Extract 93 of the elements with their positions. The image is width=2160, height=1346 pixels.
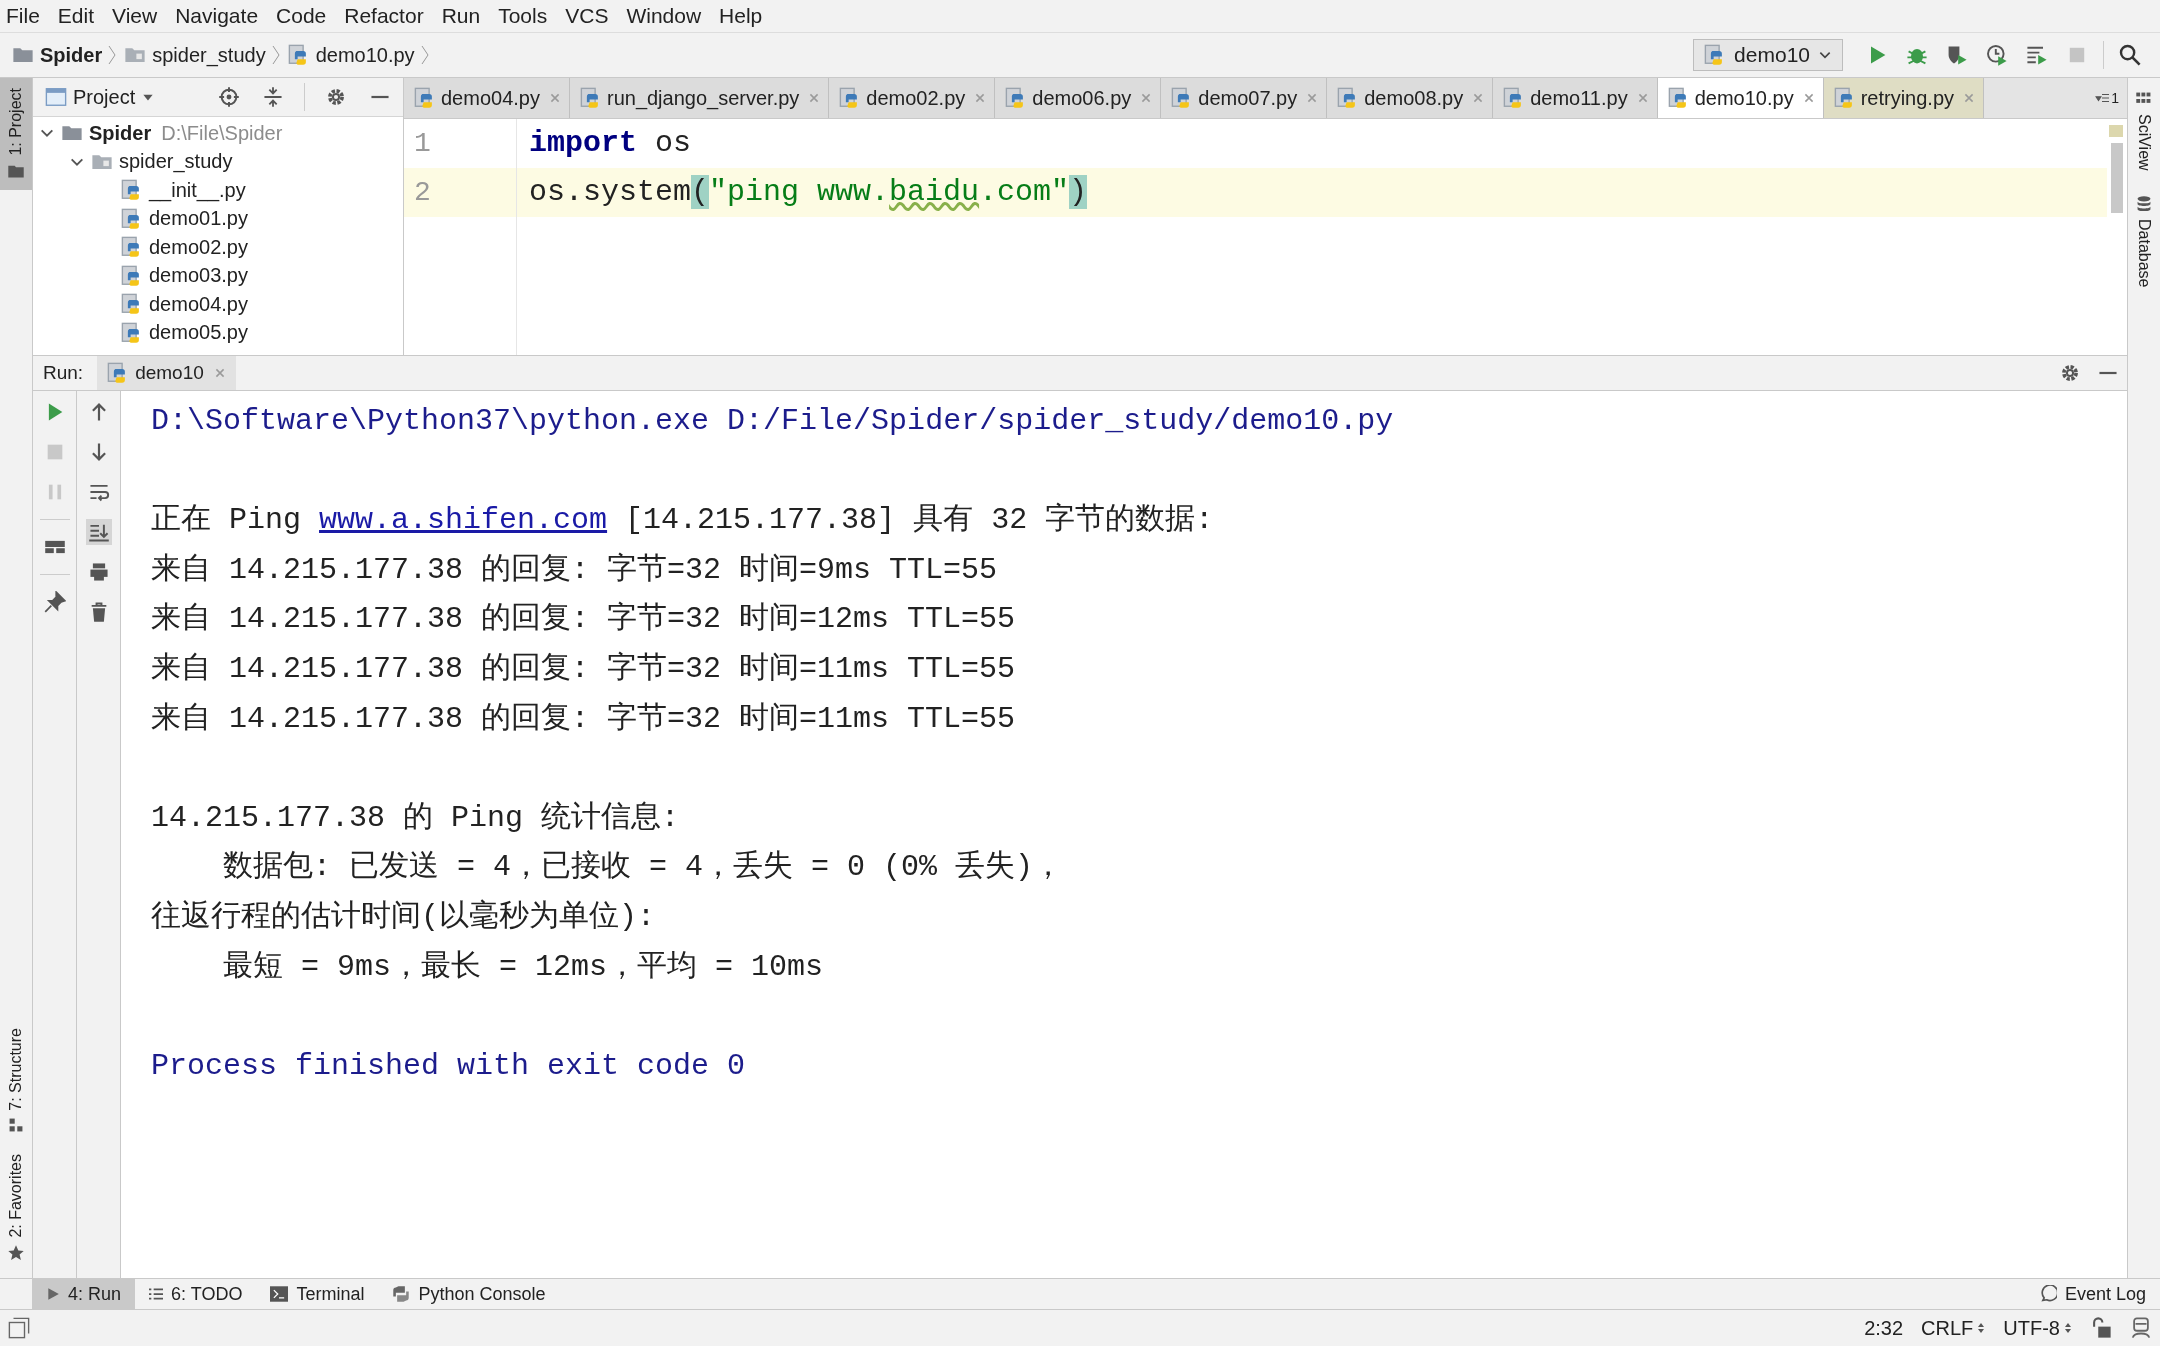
python-icon bbox=[392, 1285, 411, 1303]
menu-item[interactable]: Tools bbox=[498, 4, 548, 28]
console-text: 来自 14.215.177.38 的回复: 字节=32 时间=11ms TTL=55 bbox=[151, 701, 1016, 736]
tree-item[interactable]: demo02.py bbox=[149, 235, 248, 259]
panel-title[interactable]: Project bbox=[73, 85, 136, 109]
settings-icon[interactable] bbox=[2059, 362, 2081, 384]
console-link[interactable]: www.a.shifen.com bbox=[319, 503, 608, 538]
settings-icon[interactable] bbox=[325, 86, 347, 108]
tree-item[interactable]: __init__.py bbox=[149, 178, 246, 202]
speech-bubble-icon bbox=[2038, 1285, 2057, 1303]
tree-item[interactable]: demo05.py bbox=[149, 321, 248, 345]
list-icon bbox=[149, 1287, 164, 1301]
editor-tab[interactable]: demo04.py bbox=[404, 78, 570, 118]
menu-item[interactable]: Edit bbox=[57, 4, 95, 28]
editor-tab[interactable]: retrying.py bbox=[1823, 78, 1985, 118]
target-icon[interactable] bbox=[218, 86, 240, 108]
terminal-icon bbox=[270, 1285, 289, 1303]
menu-item[interactable]: View bbox=[112, 4, 158, 28]
tree-item[interactable]: demo03.py bbox=[149, 264, 248, 288]
editor-tab[interactable]: demo07.py bbox=[1161, 78, 1328, 118]
clock-run-icon[interactable] bbox=[1985, 43, 2009, 67]
list-icon bbox=[2095, 91, 2110, 105]
up-down-icon bbox=[2064, 1322, 2072, 1334]
tool-window-tab[interactable]: SciView bbox=[2128, 78, 2160, 183]
menu-item[interactable]: VCS bbox=[565, 4, 609, 28]
menu-item[interactable]: Window bbox=[626, 4, 702, 28]
lock-icon[interactable] bbox=[2090, 1317, 2112, 1339]
console-text: 往返行程的估计时间(以毫秒为单位): bbox=[151, 899, 655, 934]
editor-tab[interactable]: demo11.py bbox=[1493, 78, 1658, 118]
layout-toggle-icon[interactable] bbox=[8, 1317, 30, 1339]
tool-window-tab[interactable]: Terminal bbox=[256, 1279, 379, 1309]
event-log-button[interactable]: Event Log bbox=[2024, 1279, 2160, 1309]
tool-window-tab[interactable]: 2: Favorites bbox=[0, 1144, 32, 1272]
search-icon[interactable] bbox=[2118, 43, 2142, 67]
star-icon bbox=[7, 1244, 25, 1262]
run-tab[interactable]: demo10 bbox=[97, 356, 236, 390]
editor-tab[interactable]: demo06.py bbox=[995, 78, 1162, 118]
scroll-to-end-icon[interactable] bbox=[85, 519, 112, 545]
chevron-icon bbox=[271, 44, 280, 66]
tool-window-tab[interactable]: 7: Structure bbox=[0, 1017, 32, 1145]
breadcrumb[interactable]: spider_study bbox=[152, 43, 266, 67]
line-separator-selector[interactable]: CRLF bbox=[1921, 1316, 1986, 1340]
up-down-icon bbox=[1977, 1322, 1986, 1334]
line-number: 1 bbox=[413, 127, 432, 161]
console-text: [14.215.177.38] 具有 32 字节的数据: bbox=[624, 503, 1214, 538]
tool-window-tab[interactable]: Database bbox=[2128, 182, 2160, 300]
hidden-tabs-button[interactable]: 1 bbox=[2087, 78, 2127, 118]
tool-window-tab[interactable]: Python Console bbox=[378, 1279, 560, 1309]
tree-item[interactable]: Spider bbox=[89, 121, 152, 145]
analysis-marker bbox=[2109, 125, 2123, 137]
inspector-icon[interactable] bbox=[2130, 1317, 2152, 1339]
close-icon[interactable] bbox=[1802, 92, 1815, 104]
console-text: D:\Software\Python37\python.exe D:/File/Spider/spider_study/demo10.py bbox=[151, 404, 1394, 438]
editor-tab[interactable]: demo02.py bbox=[829, 78, 996, 118]
collapse-icon[interactable] bbox=[262, 86, 284, 108]
breadcrumb[interactable]: demo10.py bbox=[315, 43, 415, 67]
database-icon bbox=[2135, 194, 2153, 213]
scrollbar-thumb[interactable] bbox=[2111, 143, 2123, 213]
breadcrumb[interactable]: Spider bbox=[40, 43, 103, 67]
editor-tab[interactable]: demo10.py bbox=[1657, 78, 1824, 118]
encoding-selector[interactable]: UTF-8 bbox=[2003, 1316, 2072, 1340]
run-icon bbox=[46, 1287, 60, 1301]
menu-item[interactable]: Run bbox=[441, 4, 481, 28]
console-text: 最短 = 9ms，最长 = 12ms，平均 = 10ms bbox=[222, 949, 824, 984]
editor-tab[interactable]: run_django_server.py bbox=[569, 78, 830, 118]
tree-item[interactable]: demo04.py bbox=[149, 292, 248, 316]
caret-position[interactable]: 2:32 bbox=[1864, 1316, 1904, 1340]
menu-item[interactable]: File bbox=[6, 4, 40, 28]
tree-item[interactable]: demo01.py bbox=[149, 207, 248, 231]
console-text: 来自 14.215.177.38 的回复: 字节=32 时间=12ms TTL=55 bbox=[151, 602, 1016, 637]
tool-window-tab[interactable]: 6: TODO bbox=[135, 1279, 257, 1309]
console-text: 14.215.177.38 的 Ping 统计信息: bbox=[151, 800, 680, 835]
console-text: 数据包: 已发送 = 4，已接收 = 4，丢失 = 0 (0% 丢失)， bbox=[222, 850, 1064, 885]
tool-window-tab[interactable]: 4: Run bbox=[32, 1279, 136, 1309]
console-text: Process finished with exit code 0 bbox=[151, 1048, 746, 1083]
menu-item[interactable]: Navigate bbox=[175, 4, 259, 28]
menu-item[interactable]: Code bbox=[276, 4, 327, 28]
menu-item[interactable]: Help bbox=[719, 4, 763, 28]
tool-window-tab[interactable]: 1: Project bbox=[0, 78, 32, 190]
tree-item[interactable]: spider_study bbox=[119, 150, 233, 174]
chevron-icon bbox=[420, 44, 429, 66]
menu-item[interactable]: Refactor bbox=[344, 4, 424, 28]
console-text: 来自 14.215.177.38 的回复: 字节=32 时间=9ms TTL=55 bbox=[151, 552, 998, 587]
code-line: import os bbox=[528, 125, 693, 162]
run-configuration-dropdown[interactable]: demo10 bbox=[1693, 39, 1843, 71]
panel-icon bbox=[45, 86, 67, 108]
run-label: Run: bbox=[43, 362, 84, 384]
line-number: 2 bbox=[404, 168, 516, 217]
project-path: D:\File\Spider bbox=[161, 121, 283, 145]
editor-tab[interactable]: demo08.py bbox=[1327, 78, 1494, 118]
chevron-icon bbox=[108, 44, 117, 66]
console-text: 正在 Ping bbox=[151, 503, 302, 538]
console-text: 来自 14.215.177.38 的回复: 字节=32 时间=11ms TTL=55 bbox=[151, 651, 1016, 686]
